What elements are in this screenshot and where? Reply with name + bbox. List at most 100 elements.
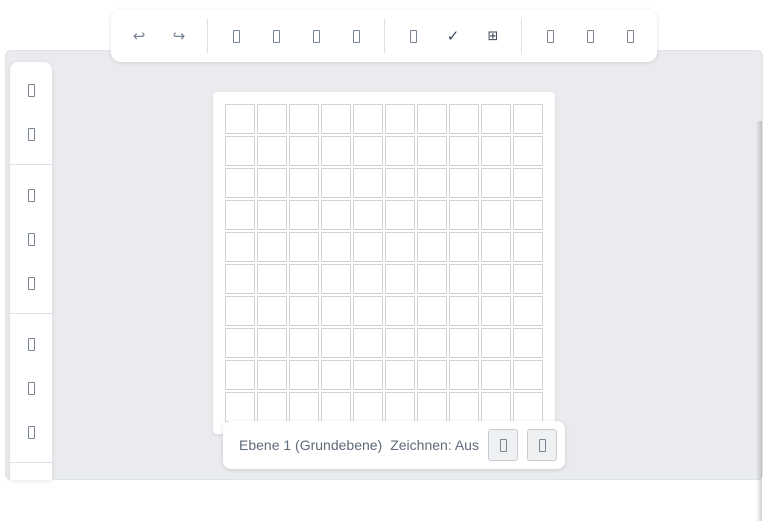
- grid-cell[interactable]: [449, 200, 479, 230]
- grid-cell[interactable]: [257, 296, 287, 326]
- grid-cell[interactable]: [289, 360, 319, 390]
- grid-cell[interactable]: [257, 264, 287, 294]
- grid-cell[interactable]: [513, 360, 543, 390]
- grid-cell[interactable]: [449, 168, 479, 198]
- check-button[interactable]: ✓: [433, 16, 473, 56]
- sidebar-button-5[interactable]: [10, 263, 52, 303]
- grid-cell[interactable]: [321, 104, 351, 134]
- grid-cell[interactable]: [513, 328, 543, 358]
- grid-cell[interactable]: [513, 296, 543, 326]
- grid-cell[interactable]: [513, 200, 543, 230]
- grid-cell[interactable]: [289, 200, 319, 230]
- grid-cell[interactable]: [225, 328, 255, 358]
- grid-cell[interactable]: [449, 296, 479, 326]
- grid-cell[interactable]: [353, 360, 383, 390]
- grid-cell[interactable]: [385, 168, 415, 198]
- grid-cell[interactable]: [225, 136, 255, 166]
- grid-cell[interactable]: [353, 232, 383, 262]
- grid-cell[interactable]: [353, 392, 383, 422]
- grid-cell[interactable]: [321, 200, 351, 230]
- grid-cell[interactable]: [385, 296, 415, 326]
- grid-cell[interactable]: [481, 104, 511, 134]
- grid-cell[interactable]: [417, 136, 447, 166]
- grid-cell[interactable]: [385, 392, 415, 422]
- grid-cell[interactable]: [385, 136, 415, 166]
- sidebar-button-6[interactable]: [10, 324, 52, 364]
- grid-cell[interactable]: [257, 392, 287, 422]
- grid-cell[interactable]: [481, 264, 511, 294]
- grid-cell[interactable]: [289, 136, 319, 166]
- grid-cell[interactable]: [513, 104, 543, 134]
- grid-cell[interactable]: [513, 136, 543, 166]
- grid-cell[interactable]: [417, 264, 447, 294]
- grid-cell[interactable]: [449, 328, 479, 358]
- grid-cell[interactable]: [385, 360, 415, 390]
- grid-cell[interactable]: [417, 232, 447, 262]
- grid-cell[interactable]: [321, 264, 351, 294]
- tool-button-6[interactable]: [530, 16, 570, 56]
- status-button-2[interactable]: [527, 429, 557, 461]
- redo-button[interactable]: ↪: [159, 16, 199, 56]
- grid-cell[interactable]: [353, 200, 383, 230]
- grid-cell[interactable]: [225, 264, 255, 294]
- grid-cell[interactable]: [289, 104, 319, 134]
- grid-cell[interactable]: [353, 296, 383, 326]
- grid-cell[interactable]: [321, 328, 351, 358]
- sidebar-button-3[interactable]: [10, 175, 52, 215]
- grid-cell[interactable]: [449, 392, 479, 422]
- grid-cell[interactable]: [385, 328, 415, 358]
- grid-toggle-button[interactable]: ⊞: [473, 16, 513, 56]
- grid-cell[interactable]: [449, 264, 479, 294]
- tool-button-5[interactable]: [393, 16, 433, 56]
- grid-cell[interactable]: [481, 328, 511, 358]
- grid-cell[interactable]: [225, 104, 255, 134]
- grid-cell[interactable]: [513, 392, 543, 422]
- grid-cell[interactable]: [257, 104, 287, 134]
- grid-cell[interactable]: [321, 296, 351, 326]
- grid-cell[interactable]: [481, 200, 511, 230]
- grid-cell[interactable]: [321, 392, 351, 422]
- grid-cell[interactable]: [417, 360, 447, 390]
- pixel-grid[interactable]: [225, 104, 543, 422]
- undo-button[interactable]: ↩: [119, 16, 159, 56]
- grid-cell[interactable]: [385, 200, 415, 230]
- tool-button-8[interactable]: [610, 16, 650, 56]
- grid-cell[interactable]: [321, 136, 351, 166]
- grid-cell[interactable]: [353, 264, 383, 294]
- grid-cell[interactable]: [225, 168, 255, 198]
- grid-cell[interactable]: [417, 200, 447, 230]
- grid-cell[interactable]: [449, 232, 479, 262]
- grid-cell[interactable]: [289, 232, 319, 262]
- grid-cell[interactable]: [417, 104, 447, 134]
- sidebar-button-7[interactable]: [10, 368, 52, 408]
- grid-cell[interactable]: [289, 168, 319, 198]
- grid-cell[interactable]: [225, 232, 255, 262]
- tool-button-3[interactable]: [296, 16, 336, 56]
- grid-cell[interactable]: [481, 168, 511, 198]
- grid-cell[interactable]: [417, 392, 447, 422]
- grid-cell[interactable]: [321, 360, 351, 390]
- grid-cell[interactable]: [289, 328, 319, 358]
- grid-cell[interactable]: [225, 392, 255, 422]
- grid-cell[interactable]: [385, 104, 415, 134]
- tool-button-4[interactable]: [336, 16, 376, 56]
- grid-cell[interactable]: [353, 328, 383, 358]
- grid-cell[interactable]: [257, 168, 287, 198]
- grid-cell[interactable]: [321, 232, 351, 262]
- grid-cell[interactable]: [225, 360, 255, 390]
- grid-cell[interactable]: [353, 136, 383, 166]
- grid-cell[interactable]: [449, 104, 479, 134]
- grid-cell[interactable]: [353, 168, 383, 198]
- grid-cell[interactable]: [513, 232, 543, 262]
- grid-cell[interactable]: [385, 264, 415, 294]
- grid-cell[interactable]: [225, 296, 255, 326]
- status-button-1[interactable]: [488, 429, 518, 461]
- grid-cell[interactable]: [289, 264, 319, 294]
- tool-button-2[interactable]: [256, 16, 296, 56]
- sidebar-button-2[interactable]: [10, 114, 52, 154]
- sidebar-button-1[interactable]: [10, 70, 52, 110]
- sidebar-button-4[interactable]: [10, 219, 52, 259]
- grid-cell[interactable]: [513, 168, 543, 198]
- grid-cell[interactable]: [385, 232, 415, 262]
- grid-cell[interactable]: [257, 360, 287, 390]
